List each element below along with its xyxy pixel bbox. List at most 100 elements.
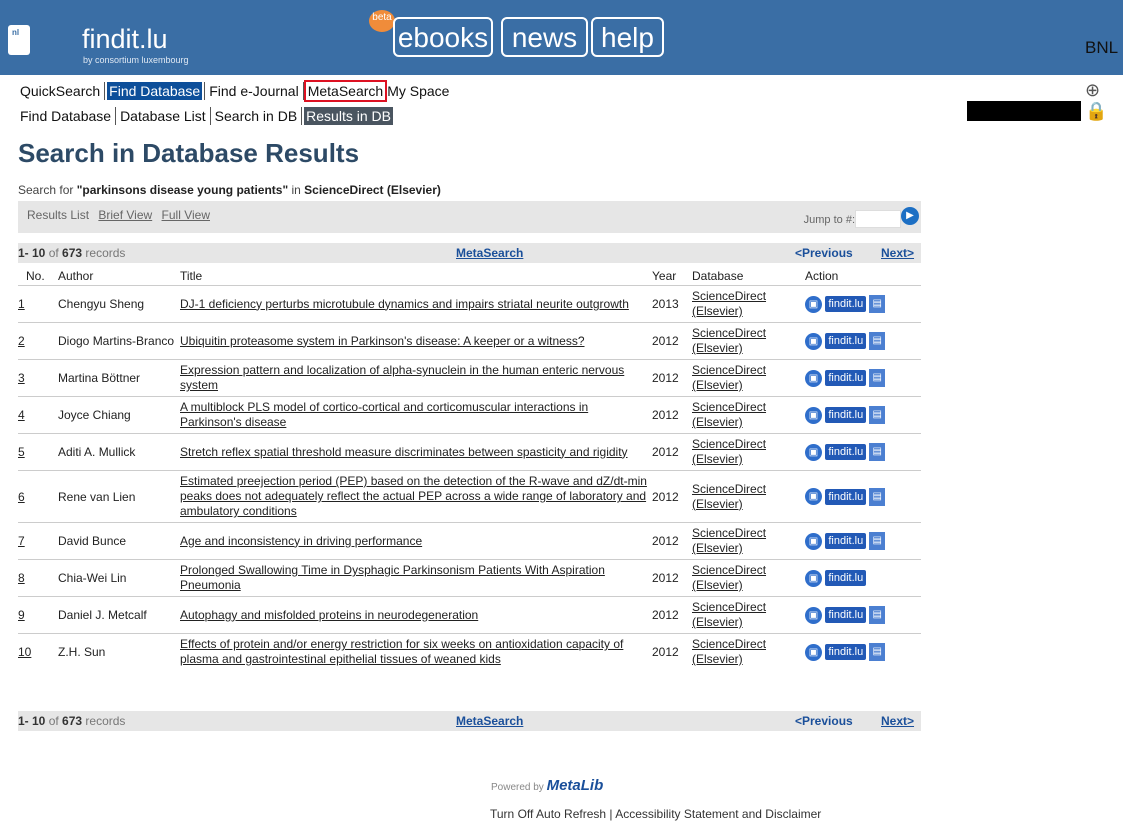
year: 2012: [652, 522, 692, 560]
results-table: No. Author Title Year Database Action 1C…: [18, 267, 921, 670]
record-number-link[interactable]: 9: [18, 596, 58, 634]
redacted-username: [967, 101, 1081, 121]
database-link[interactable]: ScienceDirect (Elsevier): [692, 470, 805, 523]
menu-quicksearch[interactable]: QuickSearch: [18, 82, 102, 100]
document-icon[interactable]: ▤: [869, 532, 886, 550]
basket-icon[interactable]: ▣: [805, 532, 822, 550]
basket-icon[interactable]: ▣: [805, 606, 822, 624]
title-link[interactable]: Expression pattern and localization of a…: [180, 359, 652, 397]
findit-button[interactable]: findit.lu: [825, 570, 867, 586]
basket-icon[interactable]: ▣: [805, 406, 822, 424]
record-number-link[interactable]: 3: [18, 359, 58, 397]
record-number-link[interactable]: 10: [18, 633, 58, 670]
next-link[interactable]: Next>: [881, 714, 914, 728]
year: 2012: [652, 322, 692, 360]
menu-my-space[interactable]: My Space: [385, 82, 451, 100]
database-link[interactable]: ScienceDirect (Elsevier): [692, 285, 805, 323]
globe-icon[interactable]: ⊕: [1085, 80, 1100, 100]
footer-links: Turn Off Auto Refresh | Accessibility St…: [490, 807, 821, 821]
submenu-find-database[interactable]: Find Database: [18, 107, 113, 125]
basket-icon[interactable]: ▣: [805, 443, 822, 461]
database-link[interactable]: ScienceDirect (Elsevier): [692, 633, 805, 670]
findit-button[interactable]: findit.lu: [825, 370, 867, 386]
jump-to-input[interactable]: [855, 210, 901, 228]
record-number-link[interactable]: 8: [18, 559, 58, 597]
menu-find-database[interactable]: Find Database: [107, 82, 203, 100]
findit-button[interactable]: findit.lu: [825, 296, 867, 312]
nav-help[interactable]: help: [591, 17, 664, 57]
database-link[interactable]: ScienceDirect (Elsevier): [692, 559, 805, 597]
title-link[interactable]: Ubiquitin proteasome system in Parkinson…: [180, 322, 652, 360]
title-link[interactable]: DJ-1 deficiency perturbs microtubule dyn…: [180, 285, 652, 323]
document-icon[interactable]: ▤: [869, 332, 886, 350]
basket-icon[interactable]: ▣: [805, 295, 822, 313]
author: Aditi A. Mullick: [58, 433, 180, 471]
basket-icon[interactable]: ▣: [805, 569, 822, 587]
title-link[interactable]: Prolonged Swallowing Time in Dysphagic P…: [180, 559, 652, 597]
full-view-link[interactable]: Full View: [162, 208, 210, 222]
basket-icon[interactable]: ▣: [805, 643, 822, 661]
lock-icon[interactable]: 🔒: [1085, 101, 1107, 121]
go-arrow-icon[interactable]: ▶: [901, 207, 919, 225]
record-number-link[interactable]: 5: [18, 433, 58, 471]
accessibility-link[interactable]: Accessibility Statement and Disclaimer: [615, 807, 821, 821]
database-link[interactable]: ScienceDirect (Elsevier): [692, 359, 805, 397]
col-no: No.: [26, 269, 45, 283]
title-link[interactable]: Estimated preejection period (PEP) based…: [180, 470, 652, 523]
database-link[interactable]: ScienceDirect (Elsevier): [692, 522, 805, 560]
metasearch-link[interactable]: MetaSearch: [456, 714, 523, 728]
submenu-results-in-db[interactable]: Results in DB: [304, 107, 393, 125]
record-number-link[interactable]: 4: [18, 396, 58, 434]
year: 2012: [652, 396, 692, 434]
title-link[interactable]: Autophagy and misfolded proteins in neur…: [180, 596, 652, 634]
table-row: 1 Chengyu Sheng DJ-1 deficiency perturbs m…: [18, 285, 921, 323]
nav-news[interactable]: news: [501, 17, 588, 57]
document-icon[interactable]: ▤: [869, 606, 886, 624]
nav-ebooks[interactable]: ebooks: [393, 17, 493, 57]
auto-refresh-link[interactable]: Turn Off Auto Refresh: [490, 807, 606, 821]
findit-button[interactable]: findit.lu: [825, 488, 867, 505]
document-icon[interactable]: ▤: [869, 295, 886, 313]
findit-button[interactable]: findit.lu: [825, 533, 867, 549]
year: 2012: [652, 359, 692, 397]
findit-button[interactable]: findit.lu: [825, 644, 867, 660]
metasearch-link[interactable]: MetaSearch: [456, 246, 523, 260]
table-row: 5 Aditi A. Mullick Stretch reflex spatial …: [18, 433, 921, 471]
document-icon[interactable]: ▤: [869, 643, 886, 661]
database-link[interactable]: ScienceDirect (Elsevier): [692, 396, 805, 434]
record-number-link[interactable]: 7: [18, 522, 58, 560]
menu-find-ejournal[interactable]: Find e-Journal: [207, 82, 301, 100]
document-icon[interactable]: ▤: [869, 487, 886, 506]
document-icon[interactable]: ▤: [869, 443, 886, 461]
next-link[interactable]: Next>: [881, 246, 914, 260]
findit-button[interactable]: findit.lu: [825, 607, 867, 623]
basket-icon[interactable]: ▣: [805, 369, 822, 387]
submenu-database-list[interactable]: Database List: [118, 107, 208, 125]
findit-button[interactable]: findit.lu: [825, 407, 867, 423]
menu-metasearch[interactable]: MetaSearch: [303, 80, 388, 102]
brief-view-link[interactable]: Brief View: [98, 208, 152, 222]
database-link[interactable]: ScienceDirect (Elsevier): [692, 433, 805, 471]
document-icon[interactable]: ▤: [869, 369, 886, 387]
col-title: Title: [180, 269, 203, 283]
title-link[interactable]: Age and inconsistency in driving perform…: [180, 522, 652, 560]
title-link[interactable]: Effects of protein and/or energy restric…: [180, 633, 652, 670]
findit-logo[interactable]: findit.lu: [82, 24, 168, 55]
record-number-link[interactable]: 6: [18, 470, 58, 523]
findit-button[interactable]: findit.lu: [825, 333, 867, 349]
document-icon[interactable]: ▤: [869, 406, 886, 424]
previous-link[interactable]: <Previous: [795, 714, 853, 728]
basket-icon[interactable]: ▣: [805, 332, 822, 350]
database-link[interactable]: ScienceDirect (Elsevier): [692, 596, 805, 634]
basket-icon[interactable]: ▣: [805, 488, 822, 505]
previous-link[interactable]: <Previous: [795, 246, 853, 260]
findit-button[interactable]: findit.lu: [825, 444, 867, 460]
title-link[interactable]: A multiblock PLS model of cortico-cortic…: [180, 396, 652, 434]
database-link[interactable]: ScienceDirect (Elsevier): [692, 322, 805, 360]
record-number-link[interactable]: 2: [18, 322, 58, 360]
metalib-logo[interactable]: MetaLib: [547, 777, 604, 794]
record-number-link[interactable]: 1: [18, 285, 58, 323]
footer-separator: |: [609, 807, 613, 821]
submenu-search-in-db[interactable]: Search in DB: [213, 107, 299, 125]
title-link[interactable]: Stretch reflex spatial threshold measure…: [180, 433, 652, 471]
